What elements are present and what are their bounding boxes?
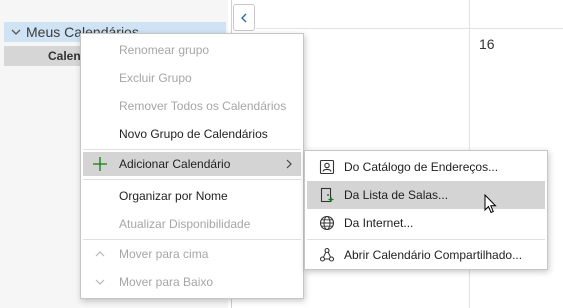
menu-separator [83,179,301,180]
calendar-item-label: Calen [48,49,81,63]
address-book-icon [319,159,335,175]
chevron-left-icon [241,13,247,22]
menu-separator [83,239,301,240]
chevron-up-icon [95,251,105,257]
room-list-icon [320,187,334,203]
submenu-item-from-room-list[interactable]: Da Lista de Salas... [307,181,545,209]
menu-item-delete-group[interactable]: Excluir Grupo [83,66,301,90]
globe-icon [319,215,335,231]
menu-item-label: Excluir Grupo [119,71,192,85]
menu-item-move-down[interactable]: Mover para Baixo [83,270,301,294]
chevron-down-icon [95,279,105,285]
submenu-item-label: Da Lista de Salas... [344,188,449,202]
share-icon [319,247,335,262]
submenu-item-label: Abrir Calendário Compartilhado... [344,248,523,262]
submenu-item-open-shared-calendar[interactable]: Abrir Calendário Compartilhado... [307,241,545,269]
menu-item-label: Novo Grupo de Calendários [119,127,268,141]
submenu-item-label: Da Internet... [344,216,414,230]
menu-item-label: Adicionar Calendário [119,157,231,171]
collapse-pane-button[interactable] [233,4,255,31]
chevron-down-icon[interactable] [10,26,22,38]
chevron-right-icon [286,159,292,169]
menu-item-label: Remover Todos os Calendários [119,99,287,113]
day-number[interactable]: 16 [479,36,495,52]
submenu-item-from-internet[interactable]: Da Internet... [307,209,545,237]
mouse-cursor-icon [484,194,497,214]
menu-item-add-calendar[interactable]: Adicionar Calendário [83,152,301,176]
submenu-separator [307,239,545,240]
menu-item-label: Mover para cima [119,247,209,261]
menu-item-rename-group[interactable]: Renomear grupo [83,38,301,62]
menu-item-move-up[interactable]: Mover para cima [83,242,301,266]
menu-separator [83,149,301,150]
add-calendar-submenu: Do Catálogo de Endereços... Da Lista de … [304,150,548,270]
submenu-item-from-address-book[interactable]: Do Catálogo de Endereços... [307,153,545,181]
menu-item-label: Mover para Baixo [119,275,214,289]
menu-item-label: Atualizar Disponibilidade [119,217,251,231]
menu-item-new-calendar-group[interactable]: Novo Grupo de Calendários [83,122,301,146]
menu-item-sort-by-name[interactable]: Organizar por Nome [83,184,301,208]
menu-item-label: Organizar por Nome [119,189,228,203]
menu-item-remove-all-calendars[interactable]: Remover Todos os Calendários [83,94,301,118]
submenu-item-label: Do Catálogo de Endereços... [344,160,499,174]
context-menu: Renomear grupo Excluir Grupo Remover Tod… [80,33,304,299]
grid-line [256,28,563,29]
plus-icon [93,157,107,171]
menu-item-label: Renomear grupo [119,43,210,57]
menu-item-update-availability[interactable]: Atualizar Disponibilidade [83,212,301,236]
